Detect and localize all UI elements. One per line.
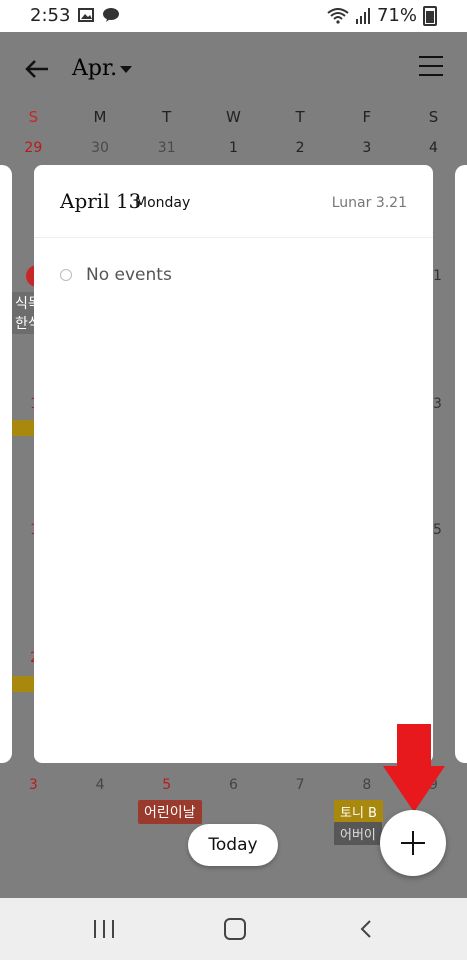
empty-circle-icon <box>60 269 72 281</box>
date-cell[interactable]: 6 <box>200 777 267 793</box>
date-cell[interactable]: 29 <box>0 140 67 156</box>
event-badge: 토니 B <box>334 800 383 823</box>
talk-icon <box>103 8 119 22</box>
day-title: April 13 <box>60 189 142 213</box>
menu-icon[interactable] <box>419 56 443 76</box>
battery-icon <box>423 5 437 26</box>
weekday-thu: T <box>295 108 305 126</box>
weekday-wed: W <box>225 108 241 126</box>
chevron-down-icon[interactable] <box>120 66 132 73</box>
wifi-icon <box>327 7 349 24</box>
battery-text: 71% <box>376 5 417 26</box>
status-bar: 2:53 71% <box>0 0 467 32</box>
right-peek-date: 3 <box>433 396 442 412</box>
weekday-mon: M <box>93 108 107 126</box>
day-detail-card[interactable]: April 13 Monday Lunar 3.21 No events <box>34 165 433 763</box>
right-peek-date: 1 <box>433 268 442 284</box>
date-cell[interactable]: 31 <box>133 140 200 156</box>
date-cell[interactable]: 4 <box>400 140 467 156</box>
week-row-1: 29 30 31 1 2 3 4 <box>0 140 467 156</box>
event-badge: 어버이 <box>334 822 382 845</box>
month-selector[interactable]: Apr. <box>72 56 117 81</box>
previous-day-card[interactable] <box>0 165 12 763</box>
date-cell[interactable]: 5 <box>133 777 200 793</box>
day-weekday: Monday <box>135 195 191 211</box>
annotation-arrow-icon <box>383 724 445 812</box>
gallery-icon <box>78 8 94 22</box>
signal-icon <box>355 7 370 24</box>
date-cell[interactable]: 4 <box>67 777 134 793</box>
nav-back-icon[interactable] <box>356 918 378 940</box>
weekday-sat: S <box>428 108 439 126</box>
date-cell[interactable]: 30 <box>67 140 134 156</box>
home-icon[interactable] <box>224 918 246 940</box>
app-bar: Apr. <box>0 32 467 104</box>
weekday-fri: F <box>362 108 372 126</box>
system-nav-bar <box>0 898 467 960</box>
today-button[interactable]: Today <box>188 824 278 866</box>
weekday-sun: S <box>28 108 39 126</box>
weekday-tue: T <box>162 108 172 126</box>
card-divider <box>34 237 433 238</box>
holiday-badge: 어린이날 <box>138 800 202 824</box>
recent-apps-icon[interactable] <box>94 920 116 938</box>
status-time: 2:53 <box>30 5 71 26</box>
next-day-card[interactable] <box>455 165 467 763</box>
back-arrow-icon[interactable] <box>22 54 52 84</box>
right-peek-date: 5 <box>433 522 442 538</box>
lunar-date: Lunar 3.21 <box>331 195 407 211</box>
date-cell[interactable]: 7 <box>267 777 334 793</box>
no-events-text: No events <box>86 265 172 285</box>
date-cell[interactable]: 3 <box>0 777 67 793</box>
date-cell[interactable]: 1 <box>200 140 267 156</box>
status-right: 71% <box>327 5 437 26</box>
date-cell[interactable]: 3 <box>333 140 400 156</box>
weekday-header: S M T W T F S <box>0 108 467 126</box>
add-event-button[interactable] <box>380 810 446 876</box>
date-cell[interactable]: 2 <box>267 140 334 156</box>
